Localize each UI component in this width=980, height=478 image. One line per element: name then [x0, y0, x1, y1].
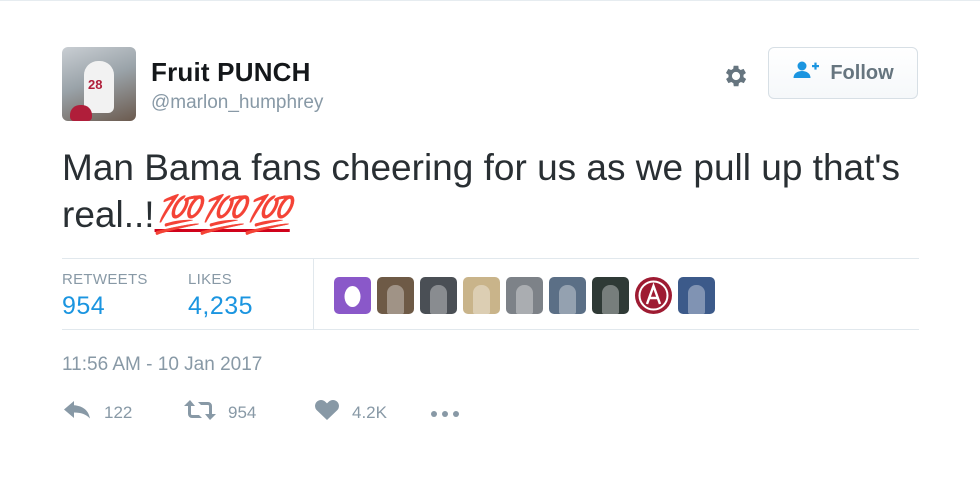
retweet-action[interactable]: 954 [184, 399, 314, 426]
hundred-points-emoji: 💯💯💯 [154, 194, 291, 235]
liker-photo-detail [602, 285, 619, 314]
stats-bottom-divider [62, 329, 919, 330]
tweet-text: Man Bama fans cheering for us as we pull… [62, 144, 922, 238]
retweets-value: 954 [62, 292, 106, 320]
stats-vertical-divider [313, 259, 314, 329]
likes-label: LIKES [188, 271, 233, 288]
retweet-icon [184, 399, 216, 426]
liker-photo-detail [473, 285, 490, 314]
liker-photo-detail [430, 285, 447, 314]
liker-photo-detail [387, 285, 404, 314]
like-count: 4.2K [352, 402, 387, 422]
follow-label: Follow [830, 61, 894, 84]
avatar-helmet [70, 105, 92, 121]
tweet-actions: 122 954 4.2K [62, 399, 460, 426]
liker-avatar-3[interactable] [420, 277, 457, 314]
liker-avatar-9[interactable] [678, 277, 715, 314]
author-avatar[interactable]: 28 [62, 47, 136, 121]
author-handle[interactable]: @marlon_humphrey [151, 92, 323, 114]
liker-avatar-7[interactable] [592, 277, 629, 314]
tweet-timestamp[interactable]: 11:56 AM - 10 Jan 2017 [62, 354, 262, 376]
retweet-count: 954 [228, 402, 257, 422]
liker-avatar-6[interactable] [549, 277, 586, 314]
liker-avatar-4[interactable] [463, 277, 500, 314]
like-action[interactable]: 4.2K [314, 399, 430, 426]
liker-avatar-2[interactable] [377, 277, 414, 314]
gear-icon[interactable] [719, 59, 753, 93]
tweet-card: 28 Fruit PUNCH @marlon_humphrey Follow M… [0, 0, 980, 478]
heart-icon [314, 399, 340, 426]
retweets-label: RETWEETS [62, 271, 148, 288]
author-name[interactable]: Fruit PUNCH [151, 57, 311, 88]
likes-value: 4,235 [188, 292, 254, 320]
egg-avatar[interactable] [334, 277, 371, 314]
add-user-icon [792, 60, 820, 86]
liker-photo-detail [516, 285, 533, 314]
liker-photo-detail [559, 285, 576, 314]
alabama-logo-avatar[interactable] [635, 277, 672, 314]
more-dots-icon [430, 403, 460, 423]
follow-button[interactable]: Follow [768, 47, 918, 99]
liker-avatar-5[interactable] [506, 277, 543, 314]
more-options-button[interactable] [430, 403, 460, 423]
reply-count: 122 [104, 402, 133, 422]
liker-photo-detail [688, 285, 705, 314]
stats-row: RETWEETS 954 LIKES 4,235 [62, 259, 919, 329]
liker-avatars [334, 277, 715, 314]
retweets-stat[interactable]: RETWEETS 954 [62, 271, 148, 321]
avatar-jersey-number: 28 [88, 77, 103, 92]
reply-icon [62, 399, 92, 426]
likes-stat[interactable]: LIKES 4,235 [188, 271, 253, 321]
reply-action[interactable]: 122 [62, 399, 184, 426]
